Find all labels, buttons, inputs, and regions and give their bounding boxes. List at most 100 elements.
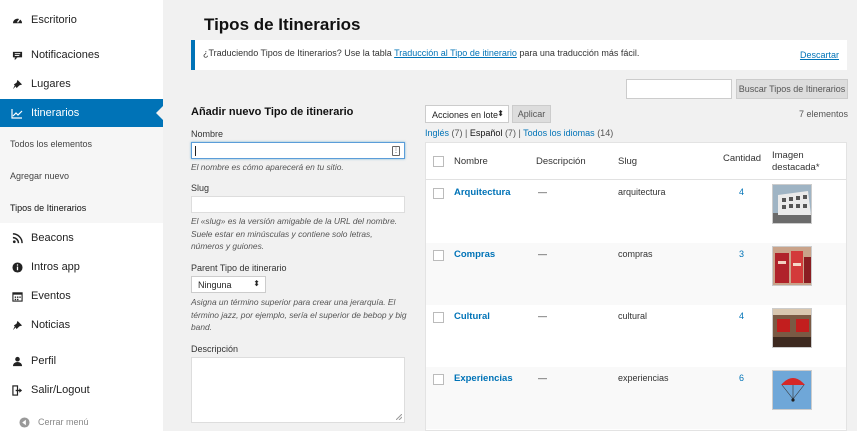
nav-label: Salir/Logout — [31, 384, 90, 396]
term-name-link[interactable]: Compras — [454, 249, 495, 260]
col-header-count[interactable]: Cantidad — [723, 153, 761, 165]
add-form-title: Añadir nuevo Tipo de itinerario — [191, 106, 354, 118]
table-row: Compras — compras 3 — [426, 243, 846, 305]
nav-label: Noticias — [31, 319, 71, 331]
dashboard-icon — [10, 13, 24, 27]
description-textarea[interactable] — [191, 357, 405, 423]
term-count[interactable]: 6 — [739, 373, 744, 383]
nav-item-eventos[interactable]: Eventos — [0, 288, 163, 304]
bulk-actions-select[interactable]: Acciones en lote ⬍ — [425, 105, 509, 123]
slug-field[interactable] — [191, 196, 405, 213]
lang-filter-spanish[interactable]: Español — [470, 128, 503, 138]
terms-table: Nombre Descripción Slug Cantidad Imagen … — [425, 142, 847, 431]
nav-item-noticias[interactable]: Noticias — [0, 317, 163, 333]
pin-icon — [10, 77, 24, 91]
dismiss-notice-link[interactable]: Descartar — [800, 50, 839, 60]
term-slug: cultural — [618, 311, 648, 321]
select-all-checkbox[interactable] — [433, 156, 444, 167]
architecture-photo — [772, 184, 812, 224]
col-header-description[interactable]: Descripción — [536, 156, 586, 168]
notice-text: ¿Traduciendo Tipos de Itinerarios? Use l… — [203, 48, 640, 58]
term-count[interactable]: 3 — [739, 249, 744, 259]
row-checkbox[interactable] — [433, 188, 444, 199]
nav-item-lugares[interactable]: Lugares — [0, 76, 163, 92]
translation-table-link[interactable]: Traducción al Tipo de itinerario — [394, 48, 517, 58]
nav-item-logout[interactable]: Salir/Logout — [0, 382, 163, 398]
term-description: — — [538, 249, 547, 259]
table-row: Cultural — cultural 4 — [426, 305, 846, 367]
parent-help: Asigna un término superior para crear un… — [191, 297, 407, 332]
admin-sidebar: Escritorio Notificaciones Lugares Itiner… — [0, 0, 163, 431]
term-count[interactable]: 4 — [739, 311, 744, 321]
nav-item-perfil[interactable]: Perfil — [0, 353, 163, 369]
nav-label: Lugares — [31, 78, 71, 90]
name-field[interactable]: ⋮ — [191, 142, 405, 159]
select-arrows-icon: ⬍ — [497, 109, 504, 118]
term-name-link[interactable]: Experiencias — [454, 373, 513, 384]
collapse-menu-label: Cerrar menú — [38, 417, 89, 427]
info-icon — [10, 260, 24, 274]
nav-label: Itinerarios — [31, 107, 80, 119]
nav-label: Perfil — [31, 355, 57, 367]
slug-label: Slug — [191, 183, 210, 193]
term-name-link[interactable]: Cultural — [454, 311, 490, 322]
logout-icon — [10, 383, 24, 397]
lang-filter-english[interactable]: Inglés — [425, 128, 449, 138]
chart-line-icon — [10, 106, 24, 120]
parachute-photo — [772, 370, 812, 410]
items-count: 7 elementos — [798, 109, 848, 119]
term-slug: compras — [618, 249, 653, 259]
apply-button[interactable]: Aplicar — [512, 105, 551, 123]
nav-item-intros-app[interactable]: Intros app — [0, 259, 163, 275]
col-header-slug[interactable]: Slug — [618, 156, 637, 168]
gallery-photo — [772, 308, 812, 348]
language-filter: Inglés (7) | Español (7) | Todos los idi… — [425, 128, 614, 138]
submenu-all-items[interactable]: Todos los elementos — [10, 139, 92, 149]
calendar-icon — [10, 289, 24, 303]
nav-label: Escritorio — [31, 14, 77, 26]
nav-label: Notificaciones — [31, 49, 100, 61]
rss-icon — [10, 231, 24, 245]
row-checkbox[interactable] — [433, 312, 444, 323]
autofill-icon[interactable]: ⋮ — [392, 146, 400, 156]
nav-item-escritorio[interactable]: Escritorio — [0, 12, 163, 28]
pin-icon — [10, 318, 24, 332]
nav-item-itinerarios[interactable]: Itinerarios — [0, 99, 163, 127]
submenu-add-new[interactable]: Agregar nuevo — [10, 171, 69, 181]
shopping-photo — [772, 246, 812, 286]
term-slug: arquitectura — [618, 187, 666, 197]
term-description: — — [538, 311, 547, 321]
table-row: Experiencias — experiencias 6 — [426, 367, 846, 429]
term-count[interactable]: 4 — [739, 187, 744, 197]
term-description: — — [538, 373, 547, 383]
col-header-image: Imagen destacada* — [772, 150, 820, 173]
submenu-itinerary-types[interactable]: Tipos de Itinerarios — [10, 203, 86, 213]
search-button[interactable]: Buscar Tipos de Itinerarios — [736, 79, 848, 99]
description-label: Descripción — [191, 344, 239, 354]
notifications-icon — [10, 48, 24, 62]
nav-item-notificaciones[interactable]: Notificaciones — [0, 47, 163, 63]
collapse-menu-button[interactable]: Cerrar menú — [0, 415, 163, 429]
parent-label: Parent Tipo de itinerario — [191, 263, 287, 273]
parent-select[interactable]: Ninguna ⬍ — [191, 276, 266, 293]
row-checkbox[interactable] — [433, 374, 444, 385]
text-caret — [195, 146, 196, 156]
search-input[interactable] — [626, 79, 732, 99]
translation-notice: ¿Traduciendo Tipos de Itinerarios? Use l… — [191, 40, 847, 70]
select-arrows-icon: ⬍ — [253, 279, 260, 288]
bulk-actions-value: Acciones en lote — [432, 110, 499, 120]
user-icon — [10, 354, 24, 368]
row-checkbox[interactable] — [433, 250, 444, 261]
lang-filter-all[interactable]: Todos los idiomas — [523, 128, 595, 138]
nav-item-beacons[interactable]: Beacons — [0, 230, 163, 246]
slug-help: El «slug» es la versión amigable de la U… — [191, 216, 398, 251]
resize-handle-icon[interactable] — [396, 414, 402, 420]
term-name-link[interactable]: Arquitectura — [454, 187, 510, 198]
nav-label: Beacons — [31, 232, 74, 244]
term-description: — — [538, 187, 547, 197]
nav-label: Eventos — [31, 290, 71, 302]
name-label: Nombre — [191, 129, 224, 139]
page-title: Tipos de Itinerarios — [204, 15, 361, 34]
col-header-name[interactable]: Nombre — [454, 156, 488, 168]
name-help: El nombre es cómo aparecerá en tu sitio. — [191, 162, 344, 172]
